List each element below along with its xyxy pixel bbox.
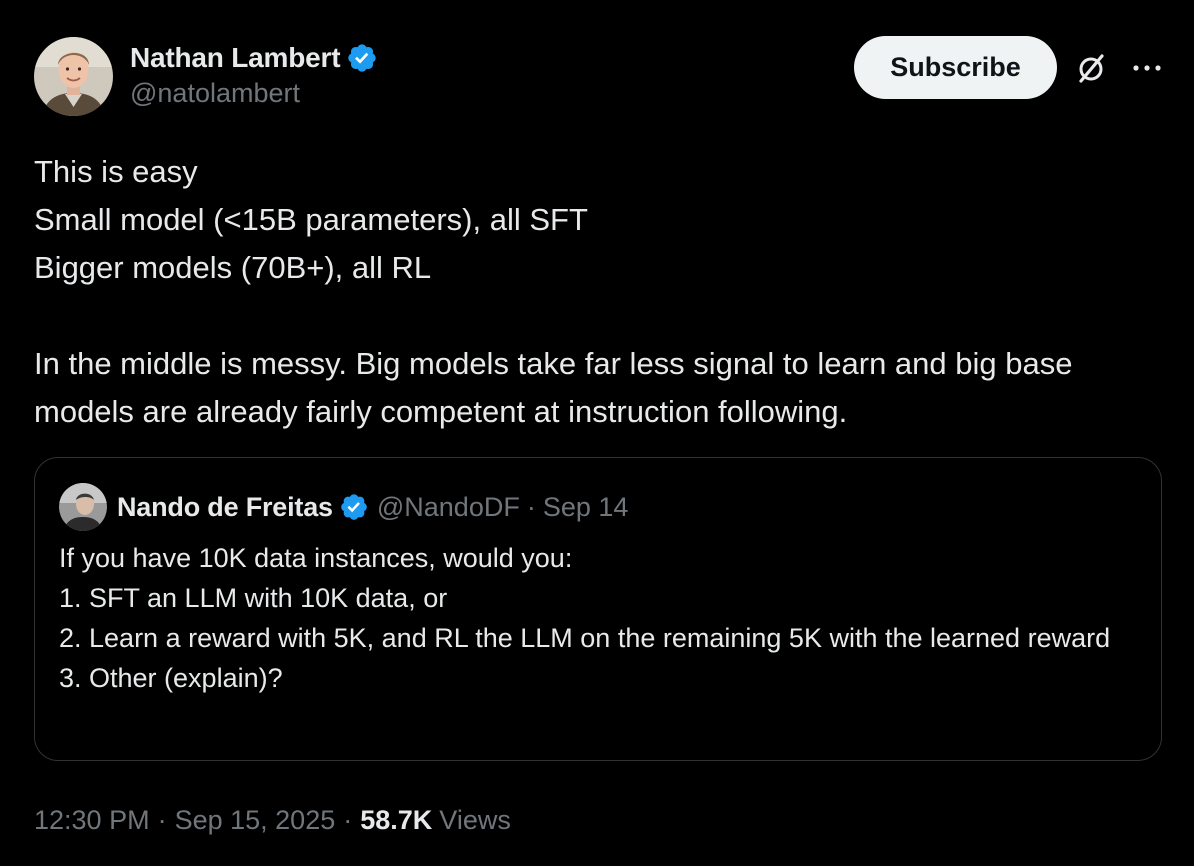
author-avatar[interactable] [34, 37, 113, 116]
quoted-author-avatar[interactable] [59, 483, 107, 531]
more-icon[interactable] [1131, 58, 1163, 78]
subscribe-button[interactable]: Subscribe [854, 36, 1057, 99]
tweet-container: Nathan Lambert @natolambert Subscribe Th… [0, 0, 1194, 866]
meta-separator: · [157, 804, 167, 835]
quoted-author-name[interactable]: Nando de Freitas [117, 492, 333, 523]
tweet-time[interactable]: 12:30 PM [34, 805, 150, 836]
avatar-photo-icon [34, 37, 113, 116]
grok-icon[interactable] [1073, 50, 1109, 86]
tweet-text: This is easy Small model (<15B parameter… [34, 154, 1073, 429]
quoted-tweet-header: Nando de Freitas @NandoDF · Sep 14 [117, 489, 628, 525]
tweet-meta-row: 12:30 PM · Sep 15, 2025 · 58.7K Views [34, 800, 511, 840]
author-handle[interactable]: @natolambert [130, 78, 300, 109]
views-count: 58.7K [360, 804, 433, 835]
quoted-avatar-photo-icon [59, 483, 107, 531]
quoted-author-handle[interactable]: @NandoDF [377, 492, 520, 523]
author-name[interactable]: Nathan Lambert [130, 42, 341, 74]
meta-separator-2: · [343, 804, 353, 835]
tweet-date[interactable]: Sep 15, 2025 [175, 805, 336, 836]
quoted-verified-badge-icon[interactable] [339, 492, 369, 522]
author-name-row: Nathan Lambert [130, 40, 378, 76]
verified-badge-icon[interactable] [346, 42, 378, 74]
quoted-separator: · [526, 491, 536, 522]
quoted-tweet-date[interactable]: Sep 14 [543, 492, 629, 523]
quoted-tweet-card[interactable]: Nando de Freitas @NandoDF · Sep 14 If yo… [34, 457, 1162, 761]
views-label: Views [439, 804, 511, 835]
quoted-tweet-text: If you have 10K data instances, would yo… [59, 543, 1111, 693]
